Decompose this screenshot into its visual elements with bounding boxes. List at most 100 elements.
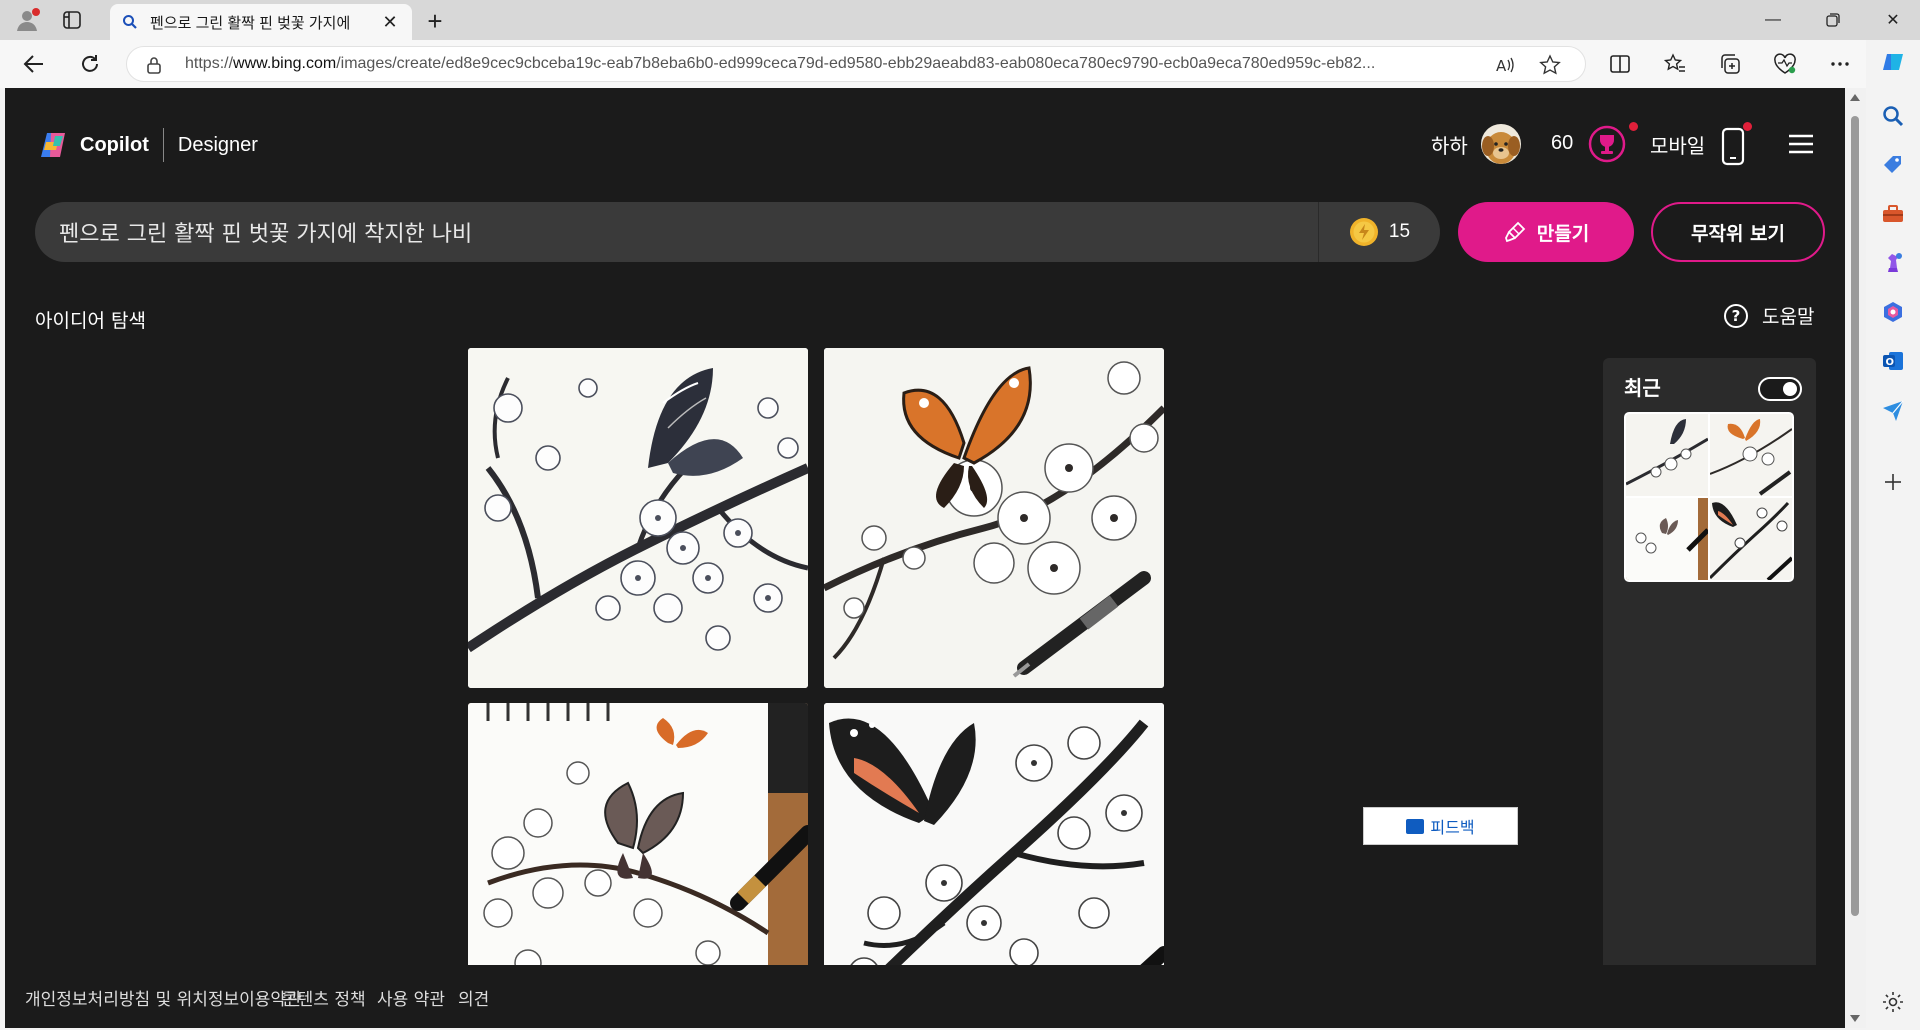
brand[interactable]: Copilot Designer bbox=[38, 128, 258, 162]
favorites-icon bbox=[1664, 53, 1685, 72]
split-screen-button[interactable] bbox=[1606, 50, 1634, 78]
edge-sidebar: O bbox=[1866, 40, 1920, 1030]
generated-image-1[interactable] bbox=[468, 348, 808, 688]
avatar[interactable] bbox=[1481, 124, 1521, 164]
butterfly-black-white-blossoms-image bbox=[468, 348, 808, 688]
boost-indicator[interactable]: 15 bbox=[1318, 202, 1440, 262]
help-link[interactable]: ? 도움말 bbox=[1724, 302, 1814, 329]
tab-title: 펜으로 그린 활짝 핀 벚꽃 가지에 bbox=[150, 14, 351, 32]
brand-separator bbox=[162, 128, 164, 162]
split-screen-icon bbox=[1610, 55, 1630, 73]
new-tab-button[interactable]: + bbox=[422, 6, 448, 36]
minimize-button[interactable]: — bbox=[1746, 0, 1800, 40]
browser-toolbar: https://www.bing.com/images/create/ed8e9… bbox=[0, 40, 1920, 88]
thumb-orange-butterfly-icon bbox=[1710, 419, 1792, 496]
privacy-link[interactable]: 개인정보처리방침 및 위치정보이용약관 bbox=[25, 985, 302, 1010]
recent-thumb-1 bbox=[1626, 414, 1708, 496]
feedback-button[interactable]: 피드백 bbox=[1363, 807, 1518, 845]
svg-text:A: A bbox=[1496, 57, 1507, 75]
thumb-sketchbook-icon bbox=[1626, 498, 1708, 580]
brand-copilot: Copilot bbox=[80, 133, 149, 156]
thumb-red-admiral-icon bbox=[1710, 501, 1792, 580]
profile-button[interactable] bbox=[12, 6, 42, 34]
create-label: 만들기 bbox=[1536, 222, 1590, 245]
tools-briefcase-icon[interactable] bbox=[1881, 202, 1905, 226]
send-drop-icon[interactable] bbox=[1881, 398, 1905, 422]
copilot-logo-icon bbox=[41, 133, 65, 157]
help-label: 도움말 bbox=[1762, 306, 1815, 328]
address-bar[interactable]: https://www.bing.com/images/create/ed8e9… bbox=[126, 46, 1586, 82]
collections-button[interactable] bbox=[1716, 50, 1744, 78]
notification-dot bbox=[32, 8, 40, 16]
favorites-button[interactable] bbox=[1661, 50, 1689, 78]
collections-icon bbox=[1721, 54, 1740, 74]
feedback-link[interactable]: 의견 bbox=[458, 985, 489, 1010]
tab-actions-button[interactable] bbox=[60, 8, 84, 32]
trophy-icon[interactable] bbox=[1587, 124, 1627, 164]
shopping-tag-icon[interactable] bbox=[1881, 153, 1905, 177]
url-prefix: https:// bbox=[185, 55, 234, 72]
search-icon[interactable] bbox=[1881, 104, 1905, 128]
page-footer: 개인정보처리방침 및 위치정보이용약관 콘텐츠 정책 사용 약관 의견 bbox=[5, 965, 1845, 1028]
page-scrollbar[interactable] bbox=[1845, 88, 1866, 1028]
prompt-input[interactable] bbox=[59, 202, 1339, 262]
browser-essentials-button[interactable] bbox=[1771, 50, 1799, 78]
browser-window: 펜으로 그린 활짝 핀 벚꽃 가지에 ✕ + — ✕ https://www.b… bbox=[0, 0, 1920, 1030]
games-chess-icon[interactable] bbox=[1881, 251, 1905, 275]
scroll-up-icon[interactable] bbox=[1850, 94, 1860, 101]
brand-designer: Designer bbox=[177, 133, 258, 156]
phone-icon[interactable] bbox=[1720, 124, 1746, 166]
create-button[interactable]: 만들기 bbox=[1458, 202, 1634, 262]
content-policy-link[interactable]: 콘텐츠 정책 bbox=[282, 985, 366, 1010]
recent-toggle[interactable] bbox=[1758, 377, 1802, 401]
refresh-icon bbox=[82, 55, 98, 72]
thumb-butterfly-icon bbox=[1626, 419, 1708, 486]
url-path: /images/create/ed8e9cec9cbceba19c-eab7b8… bbox=[336, 55, 1376, 72]
mobile-notification-dot bbox=[1743, 122, 1752, 131]
more-dots-icon bbox=[1831, 62, 1849, 66]
heart-pulse-icon bbox=[1774, 53, 1796, 74]
toggle-knob bbox=[1783, 382, 1797, 396]
orange-butterfly-with-pen-image bbox=[824, 348, 1164, 688]
add-sidebar-app-icon[interactable] bbox=[1881, 470, 1905, 494]
outlook-icon[interactable]: O bbox=[1881, 349, 1905, 373]
dog-avatar-icon bbox=[1481, 124, 1521, 164]
url-domain: www.bing.com bbox=[233, 55, 337, 72]
favorite-star-icon[interactable] bbox=[1539, 54, 1561, 76]
refresh-button[interactable] bbox=[76, 50, 104, 78]
sidebar-settings-gear-icon[interactable] bbox=[1881, 990, 1905, 1014]
explore-ideas-link[interactable]: 아이디어 탐색 bbox=[35, 306, 146, 333]
scroll-down-icon[interactable] bbox=[1850, 1015, 1860, 1022]
surprise-me-button[interactable]: 무작위 보기 bbox=[1651, 202, 1825, 262]
more-options-button[interactable] bbox=[1826, 50, 1854, 78]
close-window-button[interactable]: ✕ bbox=[1866, 0, 1920, 40]
recent-thumb-4 bbox=[1710, 498, 1792, 580]
mobile-label[interactable]: 모바일 bbox=[1650, 130, 1705, 159]
restore-button[interactable] bbox=[1806, 0, 1860, 40]
prompt-bar: 15 bbox=[35, 202, 1440, 262]
back-button[interactable] bbox=[20, 50, 48, 78]
active-tab[interactable]: 펜으로 그린 활짝 핀 벚꽃 가지에 ✕ bbox=[110, 4, 412, 40]
copilot-icon[interactable] bbox=[1881, 50, 1905, 74]
boost-coin-icon bbox=[1349, 218, 1378, 246]
lock-icon[interactable] bbox=[145, 56, 163, 74]
rewards-notification-dot bbox=[1629, 122, 1638, 131]
designer-page: Copilot Designer 하하 60 모바일 펜으로 그린 활짝 핀 벗… bbox=[5, 88, 1845, 1028]
tab-strip: 펜으로 그린 활짝 핀 벚꽃 가지에 ✕ + — ✕ bbox=[0, 0, 1920, 40]
user-name[interactable]: 하하 bbox=[1431, 130, 1468, 159]
scroll-thumb[interactable] bbox=[1851, 116, 1859, 916]
url-text[interactable]: https://www.bing.com/images/create/ed8e9… bbox=[185, 55, 1475, 73]
hamburger-menu-icon[interactable] bbox=[1787, 132, 1815, 156]
microsoft365-icon[interactable] bbox=[1881, 300, 1905, 324]
tab-close-icon[interactable]: ✕ bbox=[380, 12, 400, 32]
rewards-points[interactable]: 60 bbox=[1551, 132, 1573, 155]
page-header: Copilot Designer 하하 60 모바일 bbox=[5, 88, 1845, 178]
tab-actions-icon bbox=[63, 11, 81, 29]
read-aloud-icon[interactable]: A bbox=[1494, 54, 1516, 76]
recent-thumb-3 bbox=[1626, 498, 1708, 580]
generated-image-2[interactable] bbox=[824, 348, 1164, 688]
recent-thumbnail-set[interactable] bbox=[1624, 412, 1794, 582]
surprise-label: 무작위 보기 bbox=[1690, 222, 1785, 245]
terms-link[interactable]: 사용 약관 bbox=[377, 985, 445, 1010]
feedback-bubble-icon bbox=[1406, 818, 1425, 834]
